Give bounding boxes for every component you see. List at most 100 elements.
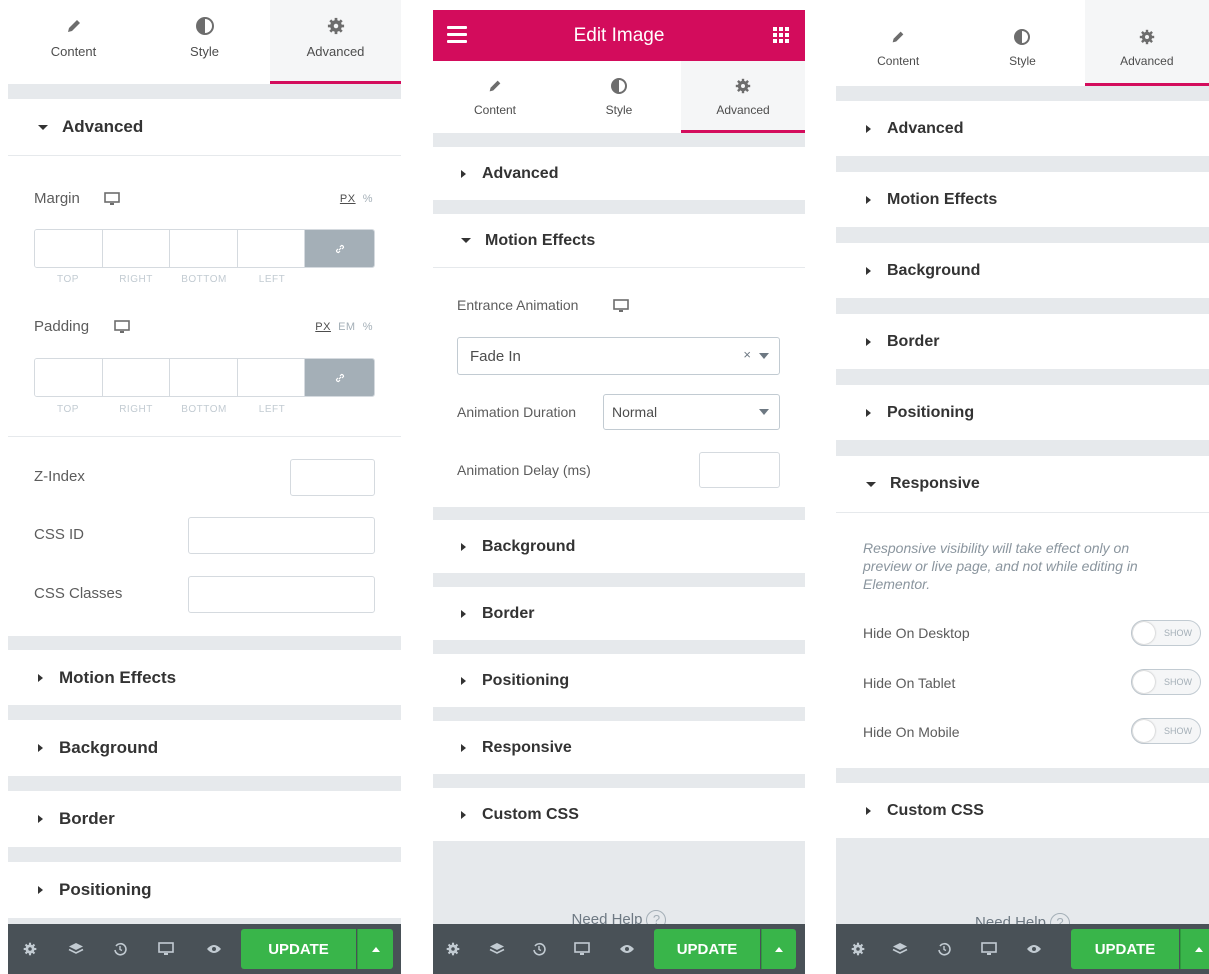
padding-right-input[interactable] <box>102 359 170 396</box>
tab-style[interactable]: Style <box>960 0 1084 86</box>
margin-right-input[interactable] <box>102 230 170 267</box>
apps-grid-icon[interactable] <box>773 27 789 43</box>
section-motion-effects[interactable]: Motion Effects <box>8 650 401 705</box>
caret-right-icon <box>38 886 43 894</box>
margin-inputs <box>34 229 375 268</box>
desktop-icon[interactable] <box>613 299 629 318</box>
section-border[interactable]: Border <box>8 791 401 847</box>
section-advanced[interactable]: Advanced <box>836 101 1209 156</box>
hide-desktop-toggle[interactable]: SHOW <box>1131 620 1201 646</box>
zindex-input[interactable] <box>290 459 375 496</box>
link-icon[interactable] <box>305 230 374 267</box>
divider <box>8 436 401 437</box>
divider <box>8 155 401 156</box>
caret-up-icon <box>775 946 783 952</box>
tab-label: Advanced <box>306 44 365 59</box>
animation-delay-input[interactable] <box>699 452 780 488</box>
caret-right-icon <box>461 743 466 752</box>
padding-top-input[interactable] <box>35 359 103 396</box>
responsive-note: Responsive visibility will take effect o… <box>863 540 1138 592</box>
margin-top-input[interactable] <box>35 230 103 267</box>
section-positioning[interactable]: Positioning <box>433 654 805 707</box>
desktop-icon[interactable] <box>104 192 120 211</box>
clear-icon[interactable]: × <box>743 347 751 362</box>
half-circle-icon <box>557 75 681 97</box>
caret-right-icon <box>461 169 466 178</box>
hamburger-icon[interactable] <box>447 26 467 44</box>
animation-duration-select[interactable]: Normal <box>603 394 780 430</box>
dim-label: LEFT <box>258 404 286 415</box>
gear-icon[interactable] <box>16 924 44 974</box>
tab-advanced[interactable]: Advanced <box>681 61 805 133</box>
section-motion-effects-header[interactable]: Motion Effects <box>433 214 805 267</box>
tab-content[interactable]: Content <box>433 61 557 133</box>
update-button[interactable]: UPDATE <box>1071 929 1179 969</box>
section-background[interactable]: Background <box>8 720 401 776</box>
tab-advanced[interactable]: Advanced <box>270 0 401 84</box>
update-options-button[interactable] <box>761 929 796 969</box>
section-responsive[interactable]: Responsive <box>433 721 805 774</box>
gear-icon[interactable] <box>439 924 467 974</box>
layers-icon[interactable] <box>483 924 511 974</box>
history-icon[interactable] <box>106 924 134 974</box>
responsive-icon[interactable] <box>152 924 180 974</box>
padding-units[interactable]: PX EM % <box>315 321 373 333</box>
update-button[interactable]: UPDATE <box>654 929 760 969</box>
margin-units[interactable]: PX % <box>340 193 373 205</box>
section-title: Background <box>482 537 576 555</box>
unit-px[interactable]: PX <box>340 193 356 205</box>
unit-percent[interactable]: % <box>363 193 373 205</box>
tab-advanced[interactable]: Advanced <box>1084 0 1209 86</box>
tab-content[interactable]: Content <box>8 0 139 84</box>
link-icon[interactable] <box>305 359 374 396</box>
section-responsive-header[interactable]: Responsive <box>836 456 1209 512</box>
section-motion-effects[interactable]: Motion Effects <box>836 172 1209 227</box>
unit-px[interactable]: PX <box>315 321 331 333</box>
margin-bottom-input[interactable] <box>170 230 238 267</box>
tab-style[interactable]: Style <box>557 61 681 133</box>
eye-icon[interactable] <box>613 924 641 974</box>
update-button[interactable]: UPDATE <box>241 929 356 969</box>
section-border[interactable]: Border <box>433 587 805 640</box>
section-border[interactable]: Border <box>836 314 1209 369</box>
margin-left-input[interactable] <box>237 230 305 267</box>
entrance-animation-select[interactable]: Fade In × <box>457 337 780 375</box>
padding-bottom-input[interactable] <box>170 359 238 396</box>
history-icon[interactable] <box>930 924 958 974</box>
section-title: Advanced <box>887 119 964 137</box>
section-positioning[interactable]: Positioning <box>836 385 1209 440</box>
css-id-input[interactable] <box>188 517 375 554</box>
layers-icon[interactable] <box>886 924 914 974</box>
section-custom-css[interactable]: Custom CSS <box>433 788 805 841</box>
unit-em[interactable]: EM <box>338 321 356 333</box>
section-custom-css[interactable]: Custom CSS <box>836 783 1209 838</box>
unit-percent[interactable]: % <box>363 321 373 333</box>
section-background[interactable]: Background <box>836 243 1209 298</box>
eye-icon[interactable] <box>200 924 228 974</box>
padding-left-input[interactable] <box>237 359 305 396</box>
tab-style[interactable]: Style <box>139 0 270 84</box>
section-advanced[interactable]: Advanced <box>433 147 805 200</box>
responsive-icon[interactable] <box>568 924 596 974</box>
css-classes-input[interactable] <box>188 576 375 613</box>
chevron-down-icon <box>759 409 769 415</box>
history-icon[interactable] <box>525 924 553 974</box>
hide-tablet-toggle[interactable]: SHOW <box>1131 669 1201 695</box>
animation-duration-label: Animation Duration <box>457 404 577 420</box>
toggle-knob <box>1133 671 1155 693</box>
update-options-button[interactable] <box>357 929 393 969</box>
section-background[interactable]: Background <box>433 520 805 573</box>
gear-icon[interactable] <box>844 924 872 974</box>
responsive-icon[interactable] <box>975 924 1003 974</box>
update-options-button[interactable] <box>1180 929 1209 969</box>
gear-icon <box>1085 26 1209 48</box>
layers-icon[interactable] <box>62 924 90 974</box>
section-positioning[interactable]: Positioning <box>8 862 401 918</box>
tab-content[interactable]: Content <box>836 0 960 86</box>
desktop-icon[interactable] <box>114 320 130 339</box>
css-id-label: CSS ID <box>34 526 85 543</box>
hide-mobile-toggle[interactable]: SHOW <box>1131 718 1201 744</box>
section-advanced-header[interactable]: Advanced <box>8 99 401 155</box>
section-title: Responsive <box>890 475 980 492</box>
eye-icon[interactable] <box>1020 924 1048 974</box>
